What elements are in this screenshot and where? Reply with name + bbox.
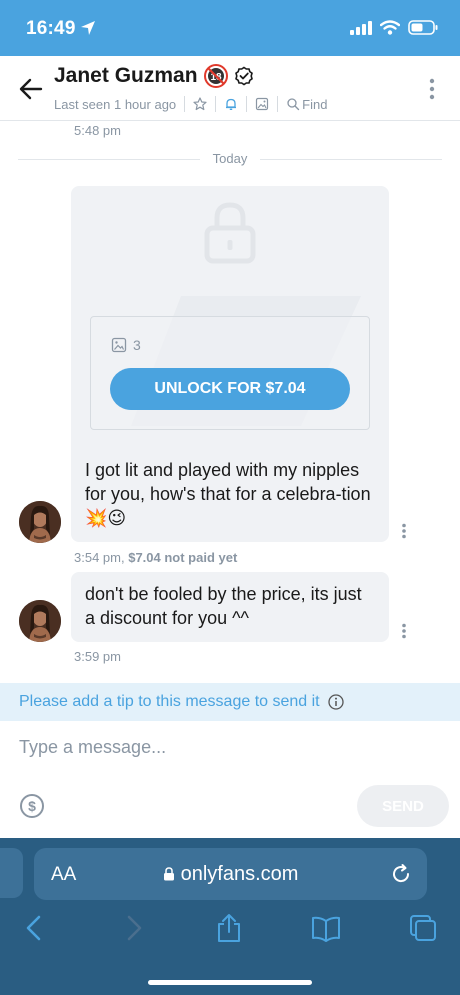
message-options-icon[interactable] [400,623,408,639]
message-meta: 3:54 pm, $7.04 not paid yet [74,550,237,565]
svg-text:$: $ [28,798,36,814]
age-restricted-icon: 18 [203,64,228,88]
tip-dollar-icon[interactable]: $ [19,793,45,819]
page-title[interactable]: Janet Guzman [54,64,198,88]
address-bar[interactable]: AA onlyfans.com [34,848,427,900]
find-label: Find [302,96,328,112]
message-time: 5:48 pm [74,123,121,138]
bookmarks-icon[interactable] [311,913,341,943]
message-bubble: don't be fooled by the price, its just a… [71,572,389,642]
message-options-icon[interactable] [400,523,408,539]
message-time: 3:54 pm, [74,550,125,565]
message-time: 3:59 pm [74,649,121,664]
last-seen: Last seen 1 hour ago [54,96,177,112]
tip-banner-text: Please add a tip to this message to send… [19,693,320,710]
bell-icon[interactable] [224,97,238,111]
wifi-icon [380,20,400,35]
title-row: Janet Guzman 18 [54,64,254,88]
star-icon[interactable] [193,97,207,111]
tabs-icon[interactable] [408,913,438,943]
avatar-image [19,600,61,642]
divider [184,96,186,112]
gallery-icon[interactable] [255,97,269,111]
share-icon[interactable] [214,913,244,943]
back-arrow-icon[interactable] [18,76,44,102]
battery-icon [408,20,438,35]
divider [246,96,248,112]
media-count-value: 3 [133,337,141,353]
message-bubble: I got lit and played with my nipples for… [71,448,389,542]
search-icon [287,98,300,111]
find-button[interactable]: Find [286,97,327,112]
status-icons [350,20,438,35]
chat-header: Janet Guzman 18 Last seen 1 hour ago [0,56,460,121]
send-button[interactable]: SEND [357,785,449,827]
more-options-icon[interactable] [428,78,436,100]
header-subtitle: Last seen 1 hour ago Find [54,96,327,112]
status-time: 16:49 [26,18,76,39]
avatar[interactable] [19,600,61,642]
back-icon[interactable] [20,913,50,943]
reload-icon[interactable] [389,862,413,886]
previous-tab-preview[interactable] [0,848,23,898]
unlock-panel: 3 UNLOCK FOR $7.04 [90,316,370,430]
unlock-button[interactable]: UNLOCK FOR $7.04 [110,368,350,410]
url-text: onlyfans.com [180,863,299,885]
media-count: 3 [111,337,141,353]
date-divider-label: Today [200,151,260,166]
avatar-image [19,501,61,543]
location-arrow-icon [81,21,95,35]
lock-icon [204,202,256,264]
tip-banner: Please add a tip to this message to send… [0,683,460,721]
browser-toolbar: AA onlyfans.com [0,838,460,995]
image-icon [111,337,127,353]
divider [215,96,217,112]
info-icon[interactable] [327,694,344,710]
lock-icon [163,867,174,881]
status-bar: 16:49 [0,0,460,56]
verified-icon [234,66,253,86]
browser-nav [0,913,460,947]
locked-media-card: 3 UNLOCK FOR $7.04 [71,186,389,448]
signal-icon [350,20,372,35]
divider [277,96,279,112]
url-display[interactable]: onlyfans.com [34,863,427,886]
home-indicator [148,980,312,985]
forward-icon[interactable] [118,913,148,943]
message-input[interactable] [19,732,439,762]
avatar[interactable] [19,501,61,543]
price-status: $7.04 not paid yet [128,550,238,565]
